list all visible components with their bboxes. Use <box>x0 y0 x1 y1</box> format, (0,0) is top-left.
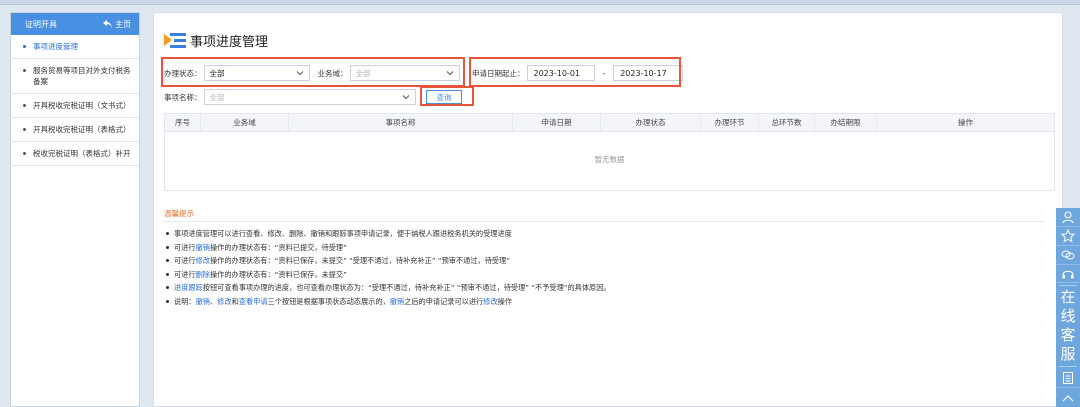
chat-bubbles-icon[interactable] <box>1056 246 1080 265</box>
sidebar-item-label: 服务贸易等项目对外支付税务备案 <box>33 66 131 86</box>
back-arrow-icon <box>103 20 112 28</box>
home-label: 主页 <box>115 19 131 29</box>
name-label: 事项名称： <box>164 92 202 102</box>
name-select[interactable]: 全部 <box>203 89 416 105</box>
tip-link[interactable]: 修改 <box>483 297 497 306</box>
list-logo-icon <box>164 32 186 50</box>
column-header: 序号 <box>165 114 201 131</box>
sidebar-item-label: 开具税收完税证明（文书式） <box>33 101 131 110</box>
tip-text: 操作 <box>497 296 512 306</box>
top-bar <box>0 0 1080 5</box>
main-panel: 事项进度管理 办理状态： 全部 业务域： 全部 申请日期起止： 2023-10-… <box>153 12 1063 407</box>
filter-row-2: 事项名称： 全部 <box>164 89 416 105</box>
document-icon[interactable] <box>1056 369 1080 389</box>
tips-title: 温馨提示 <box>164 209 194 218</box>
tip-item: 可进行修改操作的办理状态有：“资料已保存，未提交” “受理不通过，待补充补正” … <box>164 254 1044 268</box>
page-header: 事项进度管理 <box>164 31 268 50</box>
tip-text: 说明： <box>174 296 196 306</box>
tip-text: 操作的办理状态有：“资料已提交，待受理” <box>209 242 347 252</box>
float-divider <box>1059 285 1077 287</box>
tip-text: 操作的办理状态有：“资料已保存，未提交” <box>209 269 347 279</box>
sidebar-item-progress[interactable]: 事项进度管理 <box>11 35 139 59</box>
empty-state: 暂无数据 <box>594 155 625 164</box>
tip-text: 可进行 <box>174 242 196 252</box>
tip-text: 事项进度管理可以进行查看、修改、删除、撤销和跟踪事项申请记录，便于纳税人跟进税务… <box>174 229 512 238</box>
column-header: 办理环节 <box>701 114 759 131</box>
sidebar-header: 证明开具 主页 <box>11 13 139 35</box>
table-header: 序号 业务域 事项名称 申请日期 办理状态 办理环节 总环节数 办结期限 操作 <box>165 114 1054 132</box>
tip-item: 可进行撤销操作的办理状态有：“资料已提交，待受理” <box>164 241 1044 255</box>
online-service-char[interactable]: 服 <box>1056 345 1080 364</box>
highlight-box-date-range <box>469 57 681 87</box>
sidebar-item-trade-filing[interactable]: 服务贸易等项目对外支付税务备案 <box>11 59 139 94</box>
tip-text: 可进行 <box>174 256 196 265</box>
tips-list: 事项进度管理可以进行查看、修改、删除、撤销和跟踪事项申请记录，便于纳税人跟进税务… <box>164 227 1044 308</box>
tip-text: 之后的申请记录可以进行 <box>404 296 484 306</box>
sidebar-item-reissue-certificate[interactable]: 税收完税证明（表格式）补开 <box>11 142 139 166</box>
tip-text: 操作的办理状态有：“资料已保存，未提交” “受理不通过，待补充补正” “预审不通… <box>209 256 511 265</box>
tip-link[interactable]: 撤销 <box>196 243 210 252</box>
tip-item: 说明：撤销、修改和查看申请三个按钮是根据事项状态动态展示的，撤销之后的申请记录可… <box>164 295 1044 309</box>
tip-link[interactable]: 修改 <box>196 256 210 265</box>
tip-text: 可进行 <box>174 269 196 279</box>
sidebar-item-label: 开具税收完税证明（表格式） <box>33 125 131 134</box>
online-service-char[interactable]: 在 <box>1056 288 1080 307</box>
sidebar-item-table-certificate[interactable]: 开具税收完税证明（表格式） <box>11 118 139 142</box>
column-header: 办理状态 <box>601 114 701 131</box>
float-divider <box>1059 366 1077 368</box>
name-placeholder: 全部 <box>209 92 225 102</box>
tip-item: 进度跟踪按钮可查看事项办理的进度，也可查看办理状态为：“受理不通过，待补充补正”… <box>164 281 1044 295</box>
column-header: 操作 <box>958 118 973 127</box>
sidebar: 证明开具 主页 事项进度管理 服务贸易等项目对外支付税务备案 开具税收完税证明（… <box>10 12 140 407</box>
online-service-char[interactable]: 线 <box>1056 307 1080 326</box>
progress-table: 序号 业务域 事项名称 申请日期 办理状态 办理环节 总环节数 办结期限 操作 … <box>164 113 1055 191</box>
star-icon[interactable] <box>1056 227 1080 246</box>
sidebar-item-label: 事项进度管理 <box>33 42 78 51</box>
user-icon[interactable] <box>1056 208 1080 227</box>
tip-text: 三个按钮是根据事项状态动态展示的， <box>267 296 390 306</box>
column-header: 总环节数 <box>759 114 815 131</box>
column-header: 业务域 <box>201 114 289 131</box>
tip-link[interactable]: 查看申请 <box>239 297 268 306</box>
column-header: 申请日期 <box>513 114 601 131</box>
tip-link[interactable]: 修改 <box>217 297 231 306</box>
chevron-up-icon[interactable] <box>1056 388 1080 407</box>
tip-item: 事项进度管理可以进行查看、修改、删除、撤销和跟踪事项申请记录，便于纳税人跟进税务… <box>164 227 1044 241</box>
tip-link[interactable]: 撤销 <box>196 297 210 306</box>
tip-item: 可进行删除操作的办理状态有：“资料已保存，未提交” <box>164 268 1044 282</box>
online-service-char[interactable]: 客 <box>1056 326 1080 345</box>
online-service-bar: 在 线 客 服 <box>1056 208 1080 407</box>
sidebar-item-doc-certificate[interactable]: 开具税收完税证明（文书式） <box>11 94 139 118</box>
sidebar-title: 证明开具 <box>25 19 57 29</box>
page-title: 事项进度管理 <box>190 35 269 50</box>
tip-link[interactable]: 删除 <box>196 270 210 279</box>
chevron-down-icon <box>402 95 409 100</box>
column-header: 事项名称 <box>289 114 513 131</box>
highlight-box-query <box>420 86 474 106</box>
tips-divider <box>164 221 1044 222</box>
tip-text: 和 <box>231 296 239 306</box>
tip-link[interactable]: 撤销 <box>390 297 404 306</box>
sidebar-item-label: 税收完税证明（表格式）补开 <box>33 149 131 158</box>
home-link[interactable]: 主页 <box>103 19 131 30</box>
column-header: 办结期限 <box>815 114 877 131</box>
tip-text: 按钮可查看事项办理的进度，也可查看办理状态为：“受理不通过，待补充补正” “预审… <box>202 283 611 292</box>
headset-icon[interactable] <box>1056 265 1080 284</box>
highlight-box-status-domain <box>161 57 465 87</box>
tip-link[interactable]: 进度跟踪 <box>174 283 203 292</box>
